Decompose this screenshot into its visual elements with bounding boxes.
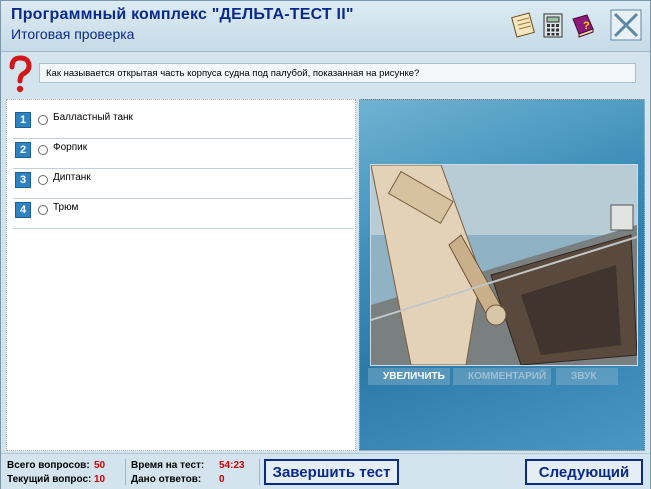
time-label: Время на тест: — [131, 460, 205, 471]
answer-label: Трюм — [53, 202, 79, 213]
ship-hold-photo[interactable] — [370, 164, 638, 366]
app-title: Программный комплекс "ДЕЛЬТА-ТЕСТ II" — [11, 6, 354, 23]
question-bar: Как называется открытая часть корпуса су… — [1, 52, 650, 98]
svg-text:?: ? — [583, 20, 590, 32]
current-question-value: 10 — [94, 474, 106, 485]
question-text: Как называется открытая часть корпуса су… — [39, 63, 636, 83]
answer-number: 2 — [15, 142, 31, 158]
footer-divider — [125, 459, 126, 485]
answer-radio[interactable] — [38, 175, 48, 185]
time-value: 54:23 — [219, 460, 245, 471]
question-mark-icon — [9, 55, 32, 93]
answers-given-value: 0 — [219, 474, 225, 485]
sound-button[interactable]: ЗВУК — [556, 368, 618, 385]
finish-test-button[interactable]: Завершить тест — [264, 459, 399, 485]
answer-number: 4 — [15, 202, 31, 218]
total-questions-value: 50 — [94, 460, 106, 471]
answer-radio[interactable] — [38, 145, 48, 155]
answer-label: Балластный танк — [53, 112, 133, 123]
image-panel: УВЕЛИЧИТЬ КОММЕНТАРИЙ ЗВУК — [359, 99, 645, 451]
answer-option-4[interactable]: 4 Трюм — [13, 199, 353, 229]
answer-label: Диптанк — [53, 172, 91, 183]
footer-divider — [259, 459, 260, 485]
answer-option-1[interactable]: 1 Балластный танк — [13, 109, 353, 139]
current-question-label: Текущий вопрос: — [7, 474, 92, 485]
answer-label: Форпик — [53, 142, 88, 153]
calculator-icon[interactable] — [539, 11, 567, 39]
comments-button[interactable]: КОММЕНТАРИЙ — [453, 368, 551, 385]
mode-subtitle: Итоговая проверка — [11, 26, 135, 42]
answer-radio[interactable] — [38, 115, 48, 125]
answer-option-2[interactable]: 2 Форпик — [13, 139, 353, 169]
test-window: Программный комплекс "ДЕЛЬТА-ТЕСТ II" Ит… — [0, 0, 651, 489]
answers-panel: 1 Балластный танк 2 Форпик 3 Диптанк 4 Т… — [6, 99, 356, 451]
answer-radio[interactable] — [38, 205, 48, 215]
header: Программный комплекс "ДЕЛЬТА-ТЕСТ II" Ит… — [1, 1, 650, 52]
notebook-icon[interactable] — [509, 11, 537, 39]
total-questions-label: Всего вопросов: — [7, 460, 90, 471]
answer-number: 3 — [15, 172, 31, 188]
next-button[interactable]: Следующий — [525, 459, 643, 485]
help-book-icon[interactable]: ? — [569, 11, 597, 39]
answer-number: 1 — [15, 112, 31, 128]
status-footer: Всего вопросов: 50 Текущий вопрос: 10 Вр… — [1, 453, 650, 489]
answers-given-label: Дано ответов: — [131, 474, 202, 485]
answer-option-3[interactable]: 3 Диптанк — [13, 169, 353, 199]
close-icon[interactable] — [610, 9, 642, 41]
zoom-button[interactable]: УВЕЛИЧИТЬ — [368, 368, 450, 385]
